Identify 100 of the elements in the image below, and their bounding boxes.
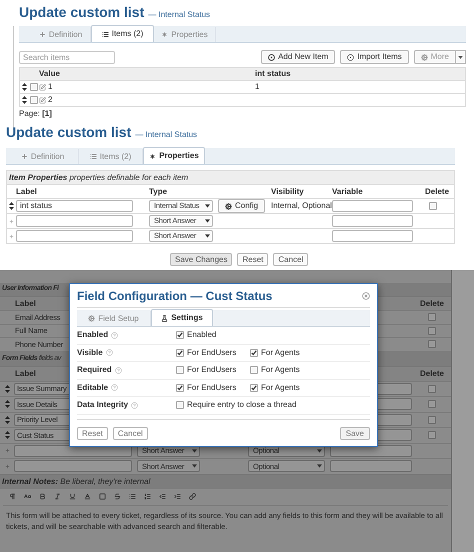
- checkbox[interactable]: [428, 326, 436, 335]
- column-header: Label: [14, 298, 36, 310]
- font-size-icon[interactable]: [24, 493, 31, 500]
- search-field[interactable]: Search items: [19, 50, 115, 64]
- sort-handle-icon[interactable]: [22, 83, 27, 91]
- checkbox[interactable]: [428, 313, 436, 322]
- help-icon[interactable]: [111, 332, 118, 339]
- numbered-list-icon[interactable]: [144, 493, 151, 500]
- pagination: Page: [1]: [19, 108, 53, 120]
- import-button[interactable]: Import Items: [340, 50, 409, 64]
- strikethrough-icon[interactable]: [114, 493, 121, 500]
- checkbox[interactable]: [176, 366, 184, 374]
- sort-handle-icon[interactable]: [22, 96, 27, 104]
- checkbox[interactable]: [250, 366, 258, 374]
- help-icon[interactable]: [114, 366, 122, 374]
- table-cell-text: 1: [255, 81, 260, 93]
- cancel-button[interactable]: Cancel: [273, 253, 308, 266]
- plus-icon: [5, 464, 10, 469]
- checkbox[interactable]: [428, 416, 436, 424]
- reset-button[interactable]: Reset: [77, 427, 108, 440]
- tab[interactable]: Items (2): [91, 25, 154, 42]
- column-header[interactable]: Value: [39, 68, 255, 80]
- tab[interactable]: Properties: [154, 27, 216, 42]
- help-icon[interactable]: [106, 349, 113, 356]
- help-icon[interactable]: [131, 402, 138, 409]
- bold-icon[interactable]: [39, 493, 46, 500]
- setting-label: Required: [77, 364, 112, 376]
- label-field[interactable]: int status: [16, 200, 133, 212]
- underline-icon[interactable]: [69, 493, 76, 500]
- label-field[interactable]: [16, 215, 133, 227]
- sort-handle-icon[interactable]: [5, 416, 10, 424]
- checkbox[interactable]: [428, 384, 436, 393]
- checkbox[interactable]: [176, 348, 184, 357]
- checkbox[interactable]: [428, 431, 436, 440]
- tab[interactable]: Settings: [151, 309, 213, 326]
- caret-icon: [205, 234, 210, 238]
- column-header: Type: [149, 186, 168, 198]
- checkbox[interactable]: [30, 83, 38, 91]
- reset-button[interactable]: Reset: [237, 253, 268, 266]
- variable-field[interactable]: [330, 460, 412, 472]
- indent-icon[interactable]: [174, 493, 181, 500]
- option-label: For Agents: [261, 382, 300, 394]
- link-icon[interactable]: [189, 493, 196, 500]
- target-icon: [347, 54, 354, 60]
- caret-icon: [192, 464, 197, 468]
- plus-icon: [9, 218, 14, 224]
- italic-icon[interactable]: [54, 493, 61, 500]
- sort-handle-icon[interactable]: [9, 202, 14, 210]
- save-button[interactable]: Save Changes: [170, 253, 232, 266]
- setting-label: Editable: [77, 382, 108, 394]
- caret-icon: [205, 219, 210, 223]
- variable-field[interactable]: [332, 215, 413, 227]
- checkbox[interactable]: [429, 202, 437, 210]
- close-icon[interactable]: [362, 292, 370, 300]
- config-button[interactable]: Config: [218, 199, 266, 213]
- column-header: Variable: [332, 186, 364, 198]
- tab[interactable]: Properties: [143, 147, 205, 164]
- cancel-button[interactable]: Cancel: [112, 427, 148, 440]
- list-icon: [90, 153, 97, 160]
- add-item-button[interactable]: Add New Item: [261, 50, 336, 64]
- option-label: For EndUsers: [187, 382, 236, 394]
- checkbox[interactable]: [176, 331, 184, 340]
- paragraph-icon[interactable]: [9, 493, 16, 500]
- column-header: Label: [14, 368, 36, 380]
- sort-handle-icon[interactable]: [5, 400, 10, 408]
- save-button[interactable]: Save: [340, 427, 370, 440]
- checkbox[interactable]: [176, 401, 184, 410]
- checkbox[interactable]: [250, 384, 258, 392]
- page-title: Update custom list: [19, 3, 144, 22]
- checkbox[interactable]: [428, 340, 436, 348]
- help-icon[interactable]: [111, 384, 118, 392]
- tab[interactable]: Definition: [7, 149, 79, 164]
- checkbox[interactable]: [176, 384, 184, 392]
- dropdown-toggle[interactable]: [456, 50, 466, 64]
- sort-handle-icon[interactable]: [5, 384, 10, 393]
- checkbox[interactable]: [30, 96, 38, 104]
- option-label: Enabled: [187, 329, 216, 342]
- asterisk-icon: [161, 31, 168, 38]
- bullet-list-icon[interactable]: [129, 493, 136, 500]
- edit-icon[interactable]: [39, 96, 46, 104]
- variable-field[interactable]: [332, 230, 413, 242]
- gear-icon: [420, 54, 428, 60]
- page-subtitle: — Internal Status: [135, 129, 198, 141]
- square-icon[interactable]: [99, 493, 106, 500]
- edit-icon[interactable]: [39, 84, 46, 90]
- variable-field[interactable]: [332, 200, 413, 212]
- label-field[interactable]: [14, 460, 132, 472]
- setting-label: Data Integrity: [77, 399, 128, 412]
- sort-handle-icon[interactable]: [5, 431, 10, 440]
- setting-label: Enabled: [77, 329, 108, 342]
- page-subtitle: — Internal Status: [148, 9, 210, 21]
- text-color-icon[interactable]: [84, 493, 91, 500]
- checkbox[interactable]: [428, 400, 436, 408]
- column-header: Label: [16, 186, 38, 198]
- outdent-icon[interactable]: [159, 493, 166, 500]
- label-field[interactable]: [16, 230, 133, 242]
- flask-icon: [161, 314, 168, 322]
- page-title: Update custom list: [6, 123, 132, 142]
- checkbox[interactable]: [250, 348, 258, 357]
- column-header[interactable]: int status: [255, 68, 465, 80]
